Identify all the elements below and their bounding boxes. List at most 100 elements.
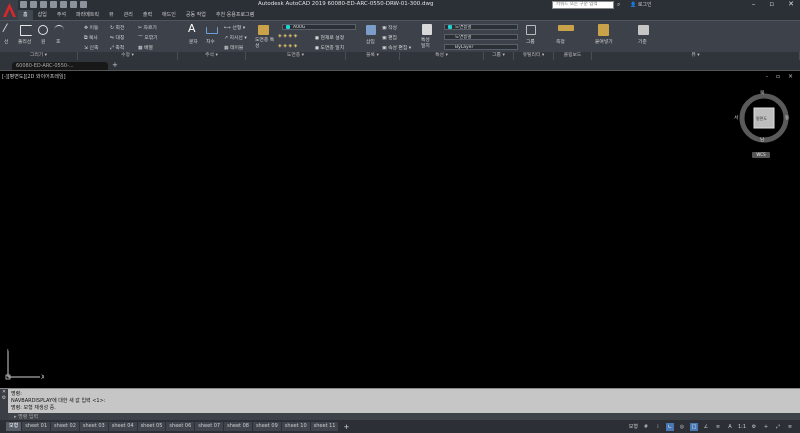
viewcube-south[interactable]: 남	[760, 136, 764, 143]
ribbon-tab[interactable]: 홈	[18, 10, 33, 20]
linear-dropdown[interactable]: ⟷ 선형 ▾	[224, 24, 245, 31]
ribbon-tab[interactable]: 애드인	[157, 10, 181, 20]
layout-tab[interactable]: sheet 11	[310, 422, 339, 431]
model-space-toggle[interactable]: 모형	[629, 423, 638, 430]
application-menu-button[interactable]	[0, 0, 18, 20]
edit-attribute-button[interactable]: ▣ 속성 편집 ▾	[382, 44, 411, 51]
layer-tool-icons-2[interactable]: ◈ ◈ ◈ ◈	[278, 44, 297, 49]
paste-button[interactable]: 붙여넣기	[595, 38, 613, 45]
arc-button[interactable]: 호	[56, 38, 60, 45]
layer-properties-button[interactable]: 도면층 특성	[255, 38, 275, 50]
save-icon[interactable]	[40, 1, 47, 8]
ribbon-tab[interactable]: 파라메트릭	[71, 10, 104, 20]
save-as-icon[interactable]	[50, 1, 57, 8]
undo-icon[interactable]	[70, 1, 77, 8]
group-button[interactable]: 그룹	[526, 38, 535, 45]
drawing-canvas[interactable]: [-][평면도][2D 와이어프레임] - ▫ × 북 남 서 동 평면도 WC…	[0, 71, 800, 388]
trim-button[interactable]: ✂ 자르기	[138, 24, 157, 31]
viewcube-north[interactable]: 북	[760, 89, 764, 96]
maximize-icon[interactable]: ▫	[769, 0, 774, 8]
search-input[interactable]: 키워드 또는 구문 입력	[552, 1, 614, 9]
edit-block-button[interactable]: ▣ 편집	[382, 34, 397, 41]
stretch-button[interactable]: ⇲ 신축	[84, 44, 98, 51]
match-properties-icon[interactable]	[422, 24, 432, 35]
osnap-icon[interactable]: □	[689, 422, 698, 431]
insert-block-button[interactable]: 삽입	[366, 38, 375, 45]
circle-icon[interactable]	[38, 25, 48, 35]
wrench-icon[interactable]: ⚙	[0, 395, 8, 401]
plot-icon[interactable]	[60, 1, 67, 8]
close-icon[interactable]: ✕	[788, 0, 794, 8]
base-view-button[interactable]: 기준	[638, 38, 647, 45]
fullscreen-icon[interactable]: ⤢	[774, 423, 782, 431]
layout-tab[interactable]: sheet 08	[224, 422, 252, 431]
file-tab[interactable]: 60080-ED-ARC-0550-...	[12, 62, 108, 70]
menu-icon[interactable]: ≡	[786, 423, 794, 431]
base-view-icon[interactable]	[638, 25, 649, 35]
arc-icon[interactable]	[54, 25, 64, 35]
open-icon[interactable]	[30, 1, 37, 8]
polyline-icon[interactable]	[20, 25, 32, 36]
ribbon-tab[interactable]: 관리	[119, 10, 138, 20]
grid-icon[interactable]: #	[642, 423, 650, 431]
panel-label[interactable]: 주석 ▾	[178, 52, 246, 60]
sign-in-button[interactable]: 👤 로그인	[630, 1, 652, 8]
minimize-icon[interactable]: –	[752, 0, 756, 8]
lineweight-icon[interactable]: ≡	[714, 423, 722, 431]
viewport-window-controls[interactable]: - ▫ ×	[766, 73, 796, 80]
measure-icon[interactable]	[558, 25, 574, 31]
wcs-menu[interactable]: WCS	[752, 152, 770, 158]
measure-button[interactable]: 측정	[556, 38, 565, 45]
panel-label[interactable]: 뷰 ▾	[592, 52, 800, 60]
layer-tool-icons[interactable]: ◈ ◈ ◈ ◈	[278, 34, 297, 39]
ribbon-tab[interactable]: 공동 작업	[181, 10, 211, 20]
move-button[interactable]: ✥ 이동	[84, 24, 98, 31]
annotation-scale[interactable]: 1:1	[738, 424, 746, 430]
insert-block-icon[interactable]	[366, 25, 376, 35]
ribbon-tab[interactable]: 뷰	[104, 10, 119, 20]
annotation-icon[interactable]: A	[726, 423, 734, 431]
group-icon[interactable]	[526, 25, 536, 35]
panel-label[interactable]: 그룹 ▾	[484, 52, 514, 60]
panel-label[interactable]: 도면층 ▾	[246, 52, 346, 60]
ribbon-tab[interactable]: 출력	[138, 10, 157, 20]
layout-tab[interactable]: sheet 09	[252, 422, 281, 431]
viewcube-face[interactable]: 평면도	[756, 116, 767, 122]
new-icon[interactable]	[20, 1, 27, 8]
layer-dropdown[interactable]: A00G	[282, 24, 356, 30]
search-icon[interactable]: ⌕	[617, 1, 625, 9]
scale-button[interactable]: ⤢ 축척	[110, 44, 124, 51]
viewcube-east[interactable]: 동	[785, 114, 789, 121]
panel-label[interactable]: 유틸리티 ▾	[514, 52, 554, 60]
layout-tab[interactable]: 모형	[6, 422, 22, 431]
table-button[interactable]: ▦ 테이블	[224, 44, 243, 51]
lineweight-dropdown[interactable]: ByLayer	[444, 44, 518, 50]
layout-tab[interactable]: sheet 10	[281, 422, 310, 431]
layout-tab[interactable]: sheet 01	[22, 422, 51, 431]
line-button[interactable]: 선	[4, 38, 8, 45]
ribbon-tab[interactable]: 추천 응용프로그램	[211, 10, 259, 20]
array-button[interactable]: ▦ 배열	[138, 44, 153, 51]
viewcube-west[interactable]: 서	[734, 114, 738, 121]
rotate-button[interactable]: ↻ 회전	[110, 24, 124, 31]
layout-tab[interactable]: sheet 07	[195, 422, 224, 431]
panel-label[interactable]: 블록 ▾	[346, 52, 400, 60]
layout-tab[interactable]: sheet 03	[79, 422, 108, 431]
mirror-button[interactable]: ⇋ 대칭	[110, 34, 124, 41]
match-layer-button[interactable]: ◼ 도면층 일치	[315, 44, 344, 51]
fillet-button[interactable]: ⌒ 모깎기	[138, 34, 158, 41]
ortho-icon[interactable]: ∟	[665, 422, 674, 431]
ribbon-tab[interactable]: 주석	[52, 10, 71, 20]
panel-label[interactable]: 특성 ▾	[400, 52, 484, 60]
otrack-icon[interactable]: ∠	[702, 423, 710, 431]
text-icon[interactable]: A	[188, 22, 196, 35]
linetype-dropdown[interactable]: 도면층별	[444, 34, 518, 40]
make-current-button[interactable]: ◼ 현재로 설정	[315, 34, 344, 41]
layout-tab[interactable]: sheet 04	[108, 422, 137, 431]
panel-label[interactable]: 수정 ▾	[78, 52, 178, 60]
text-button[interactable]: 문자	[189, 38, 198, 45]
panel-label[interactable]: 클립보드	[554, 52, 592, 60]
layer-properties-icon[interactable]	[258, 25, 269, 35]
panel-label[interactable]: 그리기 ▾	[0, 52, 78, 60]
color-dropdown[interactable]: 도면층별	[444, 24, 518, 30]
